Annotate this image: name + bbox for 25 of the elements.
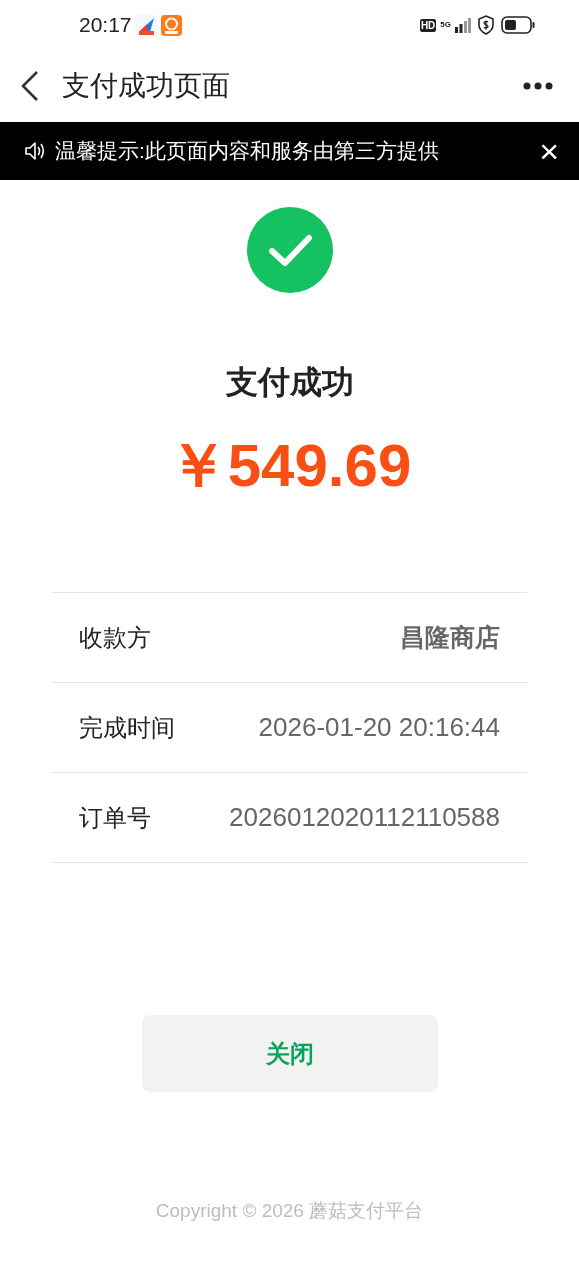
more-button[interactable]: [523, 82, 553, 90]
hd-badge: HD: [419, 18, 437, 32]
back-icon: [20, 70, 40, 102]
app-icon: [135, 14, 157, 36]
detail-value: 昌隆商店: [400, 621, 500, 653]
detail-value: 2026012020112110588: [229, 801, 500, 834]
detail-label: 订单号: [79, 802, 151, 833]
more-icon: [523, 82, 553, 90]
network-type: 5G: [440, 21, 451, 29]
copyright-text: Copyright © 2026 蘑菇支付平台: [155, 1199, 424, 1223]
page-title: 支付成功页面: [62, 69, 230, 103]
status-time: 20:17: [79, 12, 132, 39]
close-notice-button[interactable]: ×: [539, 134, 559, 168]
result-title: 支付成功: [225, 363, 354, 402]
detail-label: 完成时间: [79, 712, 175, 743]
success-check-icon: [246, 207, 333, 293]
payment-amount: ￥549.69: [167, 436, 412, 496]
shield-icon: [477, 15, 495, 35]
signal-icon: [455, 17, 471, 33]
app-icon: [160, 14, 182, 36]
notice-text: 温馨提示:此页面内容和服务由第三方提供: [55, 138, 439, 165]
battery-icon: [501, 16, 535, 34]
detail-value: 2026-01-20 20:16:44: [258, 711, 500, 744]
speaker-icon: [24, 141, 46, 161]
detail-label: 收款方: [79, 622, 151, 653]
